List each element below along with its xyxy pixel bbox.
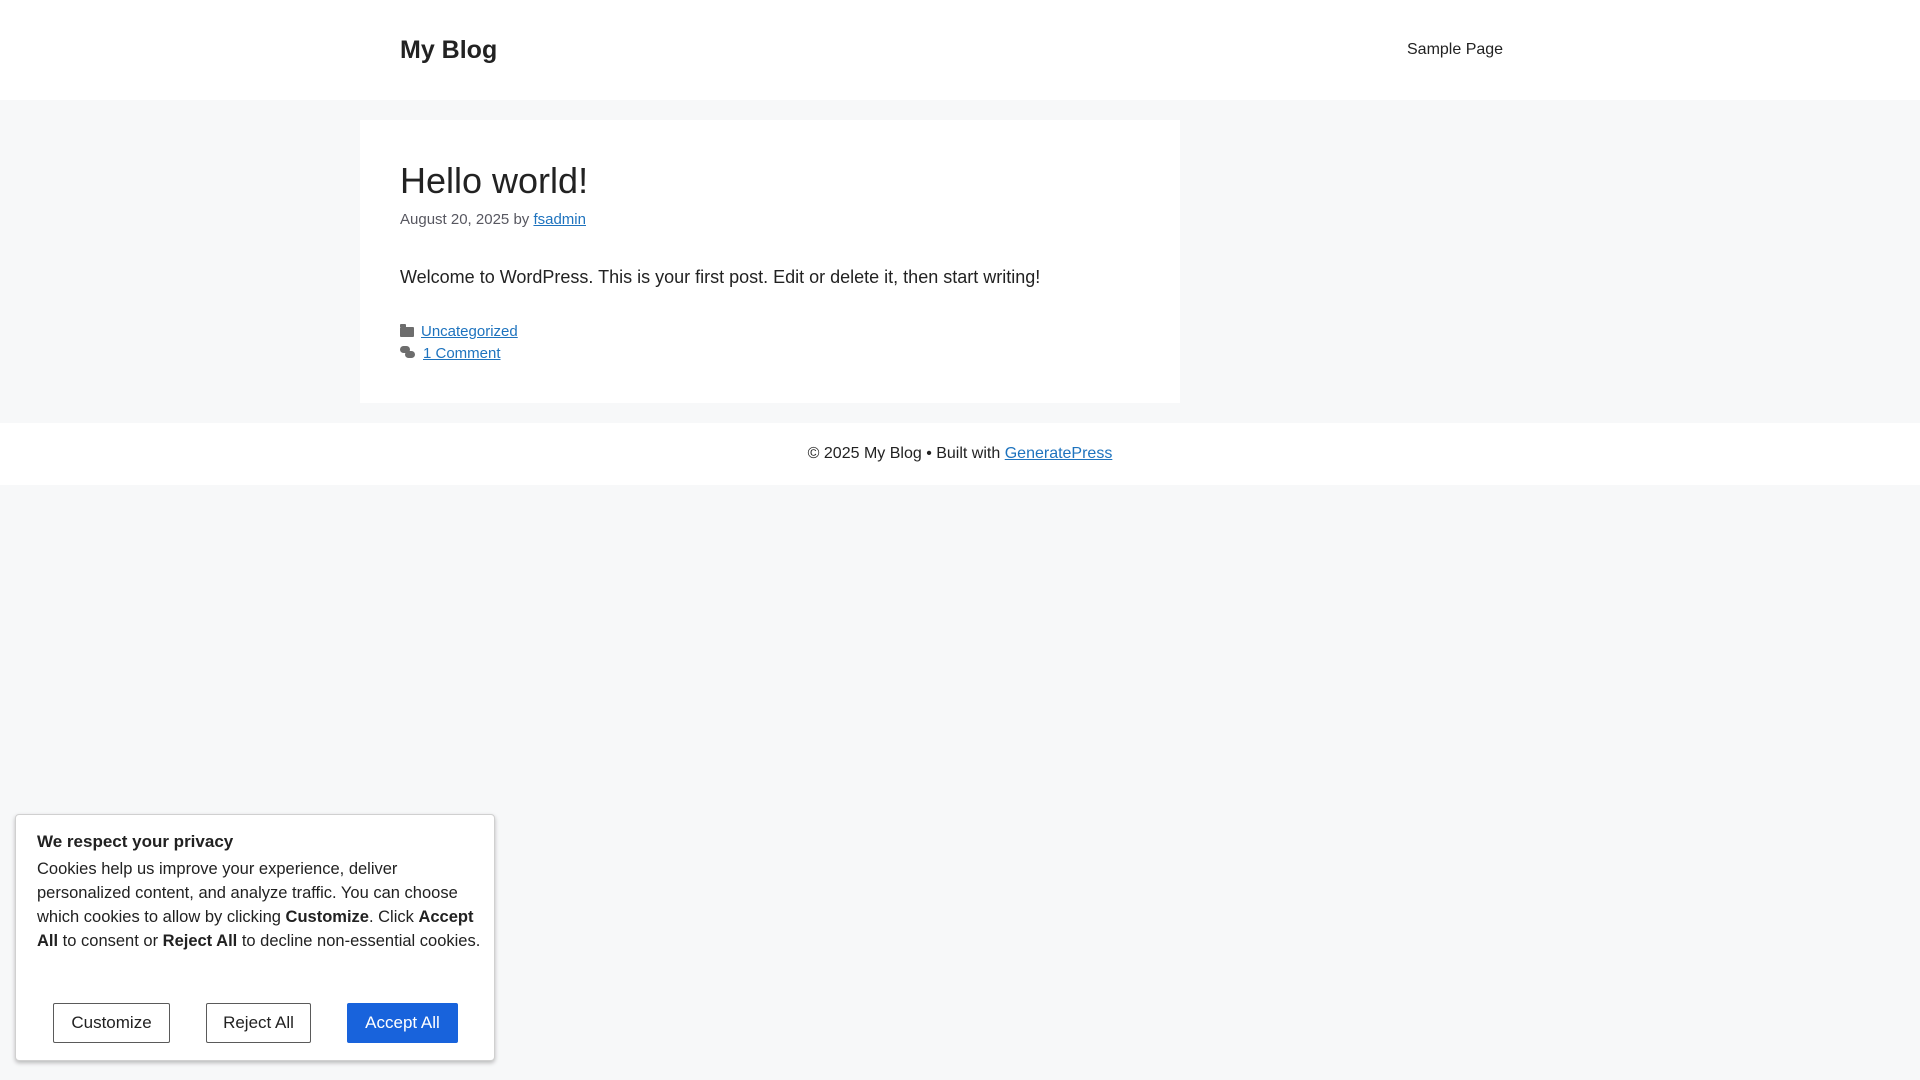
post-date: August 20, 2025 [400, 211, 510, 228]
cookie-text-part: to consent or [58, 932, 163, 950]
cookie-text-reject: Reject All [162, 932, 238, 950]
cookie-banner-description: Cookies help us improve your experience,… [37, 857, 487, 953]
cookie-banner-title: We respect your privacy [37, 832, 234, 851]
folder-icon [400, 324, 414, 337]
site-title[interactable]: My Blog [400, 32, 497, 68]
cookie-consent-banner: We respect your privacy Cookies help us … [15, 814, 495, 1061]
footer-credits: © 2025 My Blog • Built with GeneratePres… [0, 443, 1920, 465]
category-link[interactable]: Uncategorized [421, 323, 518, 340]
post-comments-line: 1 Comment [400, 342, 518, 364]
comments-link[interactable]: 1 Comment [423, 345, 501, 362]
post-meta: August 20, 2025 by fsadmin [400, 210, 586, 230]
post-content: Welcome to WordPress. This is your first… [400, 267, 1041, 287]
post-author-link[interactable]: fsadmin [533, 211, 586, 228]
cookie-text-customize: Customize [285, 908, 369, 926]
reject-all-button[interactable]: Reject All [206, 1003, 311, 1043]
site-footer: © 2025 My Blog • Built with GeneratePres… [0, 423, 1920, 485]
accept-all-button[interactable]: Accept All [347, 1003, 458, 1043]
site-header: My Blog Sample Page [0, 0, 1920, 100]
comments-icon [400, 346, 416, 360]
post-article: Hello world! August 20, 2025 by fsadmin … [360, 120, 1180, 403]
footer-copyright: © 2025 My Blog • Built with [807, 445, 1001, 462]
post-footer: Uncategorized 1 Comment [400, 320, 518, 364]
post-by-label: by [513, 211, 530, 228]
generatepress-link[interactable]: GeneratePress [1005, 445, 1113, 462]
nav-item-sample-page[interactable]: Sample Page [1407, 38, 1503, 62]
cookie-text-part: to decline non-essential cookies. [237, 932, 481, 950]
customize-button[interactable]: Customize [53, 1003, 170, 1043]
post-title: Hello world! [400, 160, 589, 201]
post-category-line: Uncategorized [400, 320, 518, 342]
cookie-text-part: . Click [368, 908, 419, 926]
